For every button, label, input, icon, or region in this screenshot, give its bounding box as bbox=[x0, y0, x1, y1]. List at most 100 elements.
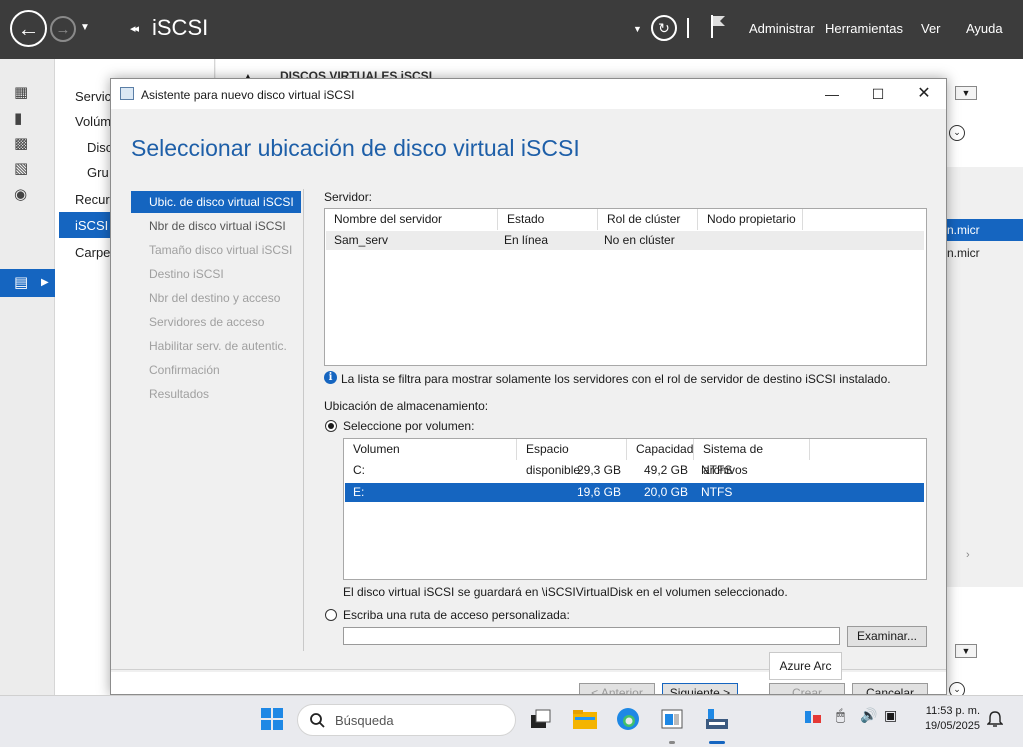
taskbar-search[interactable]: Búsqueda bbox=[297, 704, 516, 736]
clock[interactable]: 11:53 p. m. 19/05/2025 bbox=[912, 704, 980, 734]
expand-circle-icon[interactable]: ⌄ bbox=[949, 125, 965, 141]
start-windows-icon[interactable] bbox=[260, 707, 284, 731]
next-button[interactable]: Siguiente > bbox=[662, 683, 738, 694]
storage-icon[interactable]: ◉ bbox=[14, 187, 32, 203]
step-autenticacion: Habilitar serv. de autentic. bbox=[149, 339, 287, 353]
page-title: iSCSI bbox=[152, 15, 209, 40]
server-label: Servidor: bbox=[324, 190, 373, 204]
tasks-dropdown-icon-2[interactable]: ▼ bbox=[955, 644, 977, 658]
nav-icon-rail: ▦ ▮ ▩ ▧ ◉ ▤ ▶ bbox=[0, 59, 55, 695]
azure-arc-tray-icon[interactable] bbox=[803, 707, 827, 731]
menu-ver[interactable]: Ver bbox=[921, 21, 941, 36]
divider bbox=[687, 18, 689, 38]
col-nombre-servidor[interactable]: Nombre del servidor bbox=[325, 209, 498, 230]
search-placeholder: Búsqueda bbox=[335, 713, 394, 728]
col-capacidad[interactable]: Capacidad bbox=[627, 439, 694, 460]
dropdown-icon[interactable]: ▼ bbox=[633, 24, 642, 34]
volume-icon[interactable]: 🔊 bbox=[860, 707, 884, 731]
battery-icon[interactable]: ▣ bbox=[884, 707, 908, 731]
dialog-title: Asistente para nuevo disco virtual iSCSI bbox=[141, 88, 355, 102]
tooltip: Azure Arc bbox=[769, 652, 842, 680]
close-icon[interactable]: ✕ bbox=[910, 83, 938, 105]
refresh-icon[interactable]: ↻ bbox=[651, 15, 677, 41]
server-manager-app-icon[interactable] bbox=[660, 707, 684, 731]
taskbar: Búsqueda 🖱 🔊 ▣ 11:53 p. m. 19/05/2025 bbox=[0, 695, 1023, 747]
notification-bell-icon[interactable] bbox=[986, 710, 1004, 728]
running-indicator bbox=[669, 741, 675, 744]
dashboard-icon[interactable]: ▦ bbox=[14, 85, 32, 101]
nav-item-discos[interactable]: Disc bbox=[87, 140, 112, 155]
menu-administrar[interactable]: Administrar bbox=[749, 21, 815, 36]
step-tamano: Tamaño disco virtual iSCSI bbox=[149, 243, 293, 257]
maximize-icon[interactable]: ☐ bbox=[864, 83, 892, 105]
cell-capacidad: 20,0 GB bbox=[643, 485, 688, 499]
selected-row-fragment[interactable]: n.micr bbox=[943, 219, 1023, 241]
iscsi-wizard-app-icon[interactable] bbox=[704, 707, 728, 731]
radio-volume[interactable] bbox=[325, 420, 337, 432]
dialog-body: Seleccionar ubicación de disco virtual i… bbox=[111, 109, 946, 672]
nav-item-iscsi[interactable]: iSCSI bbox=[75, 218, 108, 233]
radio-volume-label[interactable]: Seleccione por volumen: bbox=[343, 419, 474, 433]
table-row-selected[interactable]: E: 19,6 GB 20,0 GB NTFS bbox=[345, 483, 924, 502]
cell-sistema: NTFS bbox=[701, 485, 733, 499]
back-arrow-icon[interactable]: ← bbox=[10, 10, 47, 47]
tasks-dropdown-icon[interactable]: ▼ bbox=[955, 86, 977, 100]
file-explorer-icon[interactable] bbox=[572, 707, 597, 731]
step-ubicacion[interactable]: Ubic. de disco virtual iSCSI bbox=[149, 195, 294, 209]
radio-custom-path[interactable] bbox=[325, 609, 337, 621]
volume-list[interactable]: Volumen Espacio disponible Capacidad Sis… bbox=[343, 438, 927, 580]
custom-path-input[interactable] bbox=[343, 627, 840, 645]
step-resultados: Resultados bbox=[149, 387, 210, 401]
browse-button[interactable]: Examinar... bbox=[847, 626, 927, 647]
nav-item-recursos[interactable]: Recur bbox=[75, 192, 110, 207]
table-row[interactable]: C: 29,3 GB 49,2 GB NTFS bbox=[345, 461, 924, 480]
cell-rol: No en clúster bbox=[604, 233, 675, 247]
nav-item-grupos[interactable]: Gru bbox=[87, 165, 109, 180]
search-icon bbox=[309, 712, 325, 728]
cancel-button[interactable]: Cancelar bbox=[852, 683, 928, 694]
server-list[interactable]: Nombre del servidor Estado Rol de clúste… bbox=[324, 208, 927, 366]
local-server-icon[interactable]: ▮ bbox=[14, 111, 32, 127]
table-row[interactable]: Sam_serv En línea No en clúster bbox=[326, 231, 924, 250]
history-dropdown-icon[interactable]: ▼ bbox=[80, 22, 90, 33]
nav-item-carpetas[interactable]: Carpe bbox=[75, 245, 110, 260]
scroll-right-icon[interactable]: › bbox=[966, 549, 970, 561]
wizard-heading: Seleccionar ubicación de disco virtual i… bbox=[131, 135, 580, 161]
network-icon[interactable]: 🖱 bbox=[836, 707, 860, 731]
cell-capacidad: 49,2 GB bbox=[643, 463, 688, 477]
cell-estado: En línea bbox=[504, 233, 549, 247]
notifications-flag-icon[interactable] bbox=[710, 14, 726, 38]
info-icon: i bbox=[324, 371, 337, 384]
menu-ayuda[interactable]: Ayuda bbox=[966, 21, 1003, 36]
active-indicator bbox=[709, 741, 725, 744]
col-nodo-propietario[interactable]: Nodo propietario bbox=[698, 209, 803, 230]
forward-arrow-icon[interactable]: → bbox=[50, 16, 76, 42]
step-confirmacion: Confirmación bbox=[149, 363, 220, 377]
cell-volumen: C: bbox=[353, 463, 365, 477]
task-view-icon[interactable] bbox=[528, 707, 552, 731]
minimize-icon[interactable]: — bbox=[818, 83, 846, 105]
wizard-dialog: Asistente para nuevo disco virtual iSCSI… bbox=[110, 78, 947, 695]
row-fragment[interactable]: n.micr bbox=[947, 246, 980, 260]
storage-label: Ubicación de almacenamiento: bbox=[324, 399, 489, 413]
nav-item-servidores[interactable]: Servic bbox=[75, 89, 111, 104]
col-rol-cluster[interactable]: Rol de clúster bbox=[598, 209, 698, 230]
col-volumen[interactable]: Volumen bbox=[344, 439, 517, 460]
nav-item-volumenes[interactable]: Volúm bbox=[75, 114, 111, 129]
filter-note: La lista se filtra para mostrar solament… bbox=[341, 372, 891, 386]
col-espacio[interactable]: Espacio disponible bbox=[517, 439, 627, 477]
create-button[interactable]: Crear bbox=[769, 683, 845, 694]
step-nombre[interactable]: Nbr de disco virtual iSCSI bbox=[149, 219, 286, 233]
col-estado[interactable]: Estado bbox=[498, 209, 598, 230]
cell-volumen: E: bbox=[353, 485, 365, 499]
edge-browser-icon[interactable] bbox=[616, 707, 640, 731]
all-servers-icon[interactable]: ▩ bbox=[14, 136, 32, 152]
prev-button[interactable]: < Anterior bbox=[579, 683, 655, 694]
radio-custom-label[interactable]: Escriba una ruta de acceso personalizada… bbox=[343, 608, 570, 622]
file-services-icon[interactable]: ▧ bbox=[14, 161, 32, 177]
steps-divider bbox=[303, 189, 304, 651]
expand-arrow-icon[interactable]: ▶ bbox=[41, 277, 49, 288]
col-sistema[interactable]: Sistema de archivos bbox=[694, 439, 810, 477]
menu-herramientas[interactable]: Herramientas bbox=[825, 21, 903, 36]
file-storage-icon[interactable]: ▤ bbox=[14, 275, 32, 291]
